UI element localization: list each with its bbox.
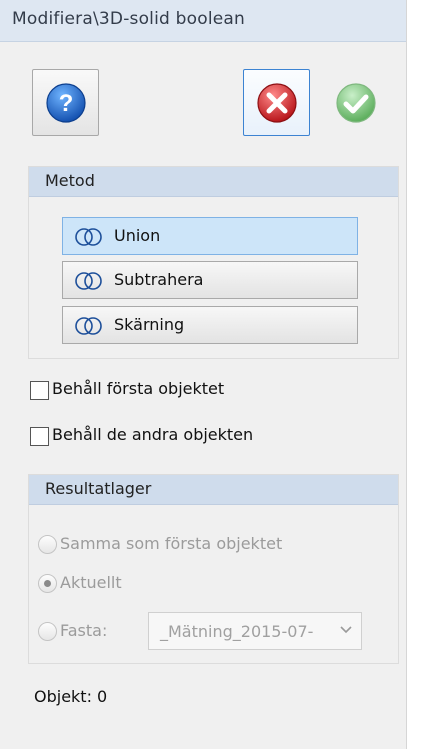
radio-same-as-first-label: Samma som första objektet [60, 534, 283, 553]
svg-text:?: ? [59, 90, 74, 117]
radio-same-as-first-dot[interactable] [38, 535, 57, 554]
intersect-label: Skärning [114, 315, 185, 334]
subtract-button[interactable]: Subtrahera [62, 261, 358, 299]
method-header-label: Metod [45, 171, 95, 190]
method-group: Metod Union Subtrahera Skärning [28, 166, 399, 359]
title-bar: Modifiera\3D-solid boolean [0, 0, 406, 42]
cancel-icon [257, 83, 297, 123]
fixed-layer-value: _Mätning_2015-07- [160, 622, 314, 641]
objects-count: Objekt: 0 [34, 687, 108, 706]
radio-current-label: Aktuellt [60, 573, 122, 592]
keep-others-label: Behåll de andra objekten [52, 425, 254, 444]
ok-button[interactable] [322, 69, 389, 136]
dialog-panel: Modifiera\3D-solid boolean ? Metod Union… [0, 0, 407, 749]
radio-fixed-dot[interactable] [38, 622, 57, 641]
keep-first-box[interactable] [30, 381, 49, 400]
result-layer-header-label: Resultatlager [45, 479, 152, 498]
intersect-button[interactable]: Skärning [62, 306, 358, 344]
intersect-icon [75, 317, 102, 335]
union-label: Union [114, 226, 161, 245]
radio-current-dot[interactable] [38, 574, 57, 593]
chevron-down-icon [340, 626, 352, 634]
union-button[interactable]: Union [62, 217, 358, 255]
ok-checkmark-icon [336, 83, 376, 123]
fixed-layer-select[interactable]: _Mätning_2015-07- [148, 612, 362, 650]
union-icon [75, 228, 102, 246]
subtract-label: Subtrahera [114, 270, 204, 289]
window-title: Modifiera\3D-solid boolean [12, 9, 245, 29]
result-layer-group-header: Resultatlager [29, 475, 398, 505]
keep-first-label: Behåll första objektet [52, 379, 225, 398]
method-group-header: Metod [29, 167, 398, 197]
subtract-icon [75, 272, 102, 290]
help-button[interactable]: ? [32, 69, 99, 136]
cancel-button[interactable] [243, 69, 310, 136]
keep-others-box[interactable] [30, 427, 49, 446]
radio-fixed-label: Fasta: [60, 621, 108, 640]
help-icon: ? [46, 83, 86, 123]
